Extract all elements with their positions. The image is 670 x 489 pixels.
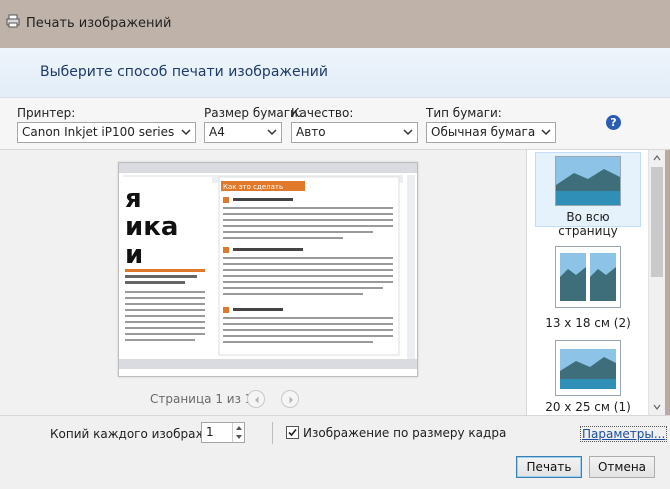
doc-heading-3: и	[125, 240, 143, 270]
stepper-up-icon[interactable]	[235, 425, 243, 431]
title-bar: Печать изображений	[0, 0, 670, 48]
options-link[interactable]: Параметры...	[580, 426, 668, 442]
instruction-header: Выберите способ печати изображений	[0, 48, 670, 98]
landscape-thumbnail-icon	[560, 349, 616, 389]
stepper-buttons[interactable]	[232, 423, 244, 442]
page-navigation: Страница 1 из 1	[0, 390, 526, 410]
quality-label: Качество:	[291, 106, 354, 120]
chevron-right-icon	[289, 396, 293, 404]
fit-to-frame-checkbox[interactable]	[286, 426, 299, 439]
layout-thumbnail	[555, 340, 621, 396]
fit-to-frame-label[interactable]: Изображение по размеру кадра	[303, 426, 506, 440]
next-page-button[interactable]	[281, 390, 299, 408]
printer-value: Canon Inkjet iP100 series	[22, 125, 175, 139]
printer-select[interactable]: Canon Inkjet iP100 series	[17, 122, 196, 143]
window-title: Печать изображений	[26, 16, 172, 31]
paper-size-label: Размер бумаги:	[204, 106, 302, 120]
printer-icon	[6, 14, 20, 28]
chevron-down-icon	[403, 129, 413, 136]
instruction-text: Выберите способ печати изображений	[40, 64, 328, 80]
doc-section-title: Как это сделать	[223, 183, 283, 191]
paper-type-value: Обычная бумага	[431, 125, 536, 139]
layout-item-13x18[interactable]: 13 x 18 см (2)	[535, 246, 641, 330]
layout-thumbnail	[555, 156, 621, 206]
prev-page-button[interactable]	[247, 390, 265, 408]
paper-size-select[interactable]: A4	[204, 122, 282, 143]
layout-item-full-page[interactable]: Во всю страницу	[535, 152, 641, 238]
chevron-down-icon	[267, 129, 277, 136]
paper-type-label: Тип бумаги:	[426, 106, 502, 120]
layout-label: 13 x 18 см (2)	[545, 316, 631, 330]
landscape-thumbnail-icon	[556, 157, 620, 205]
document-preview-image: я ика и Как это сделать	[119, 163, 417, 369]
cancel-button[interactable]: Отмена	[589, 456, 655, 478]
paper-size-value: A4	[209, 125, 225, 139]
quality-value: Авто	[296, 125, 326, 139]
preview-page: я ика и Как это сделать	[118, 162, 418, 377]
paper-type-select[interactable]: Обычная бумага	[426, 122, 556, 143]
copies-stepper[interactable]: 1	[201, 422, 245, 443]
portrait-pair-thumbnail-icon	[560, 253, 616, 301]
divider	[272, 422, 273, 444]
layout-thumbnail	[555, 246, 621, 308]
scrollbar-thumb[interactable]	[651, 167, 663, 277]
print-button[interactable]: Печать	[516, 456, 582, 478]
stepper-down-icon[interactable]	[235, 434, 243, 440]
layout-item-20x25[interactable]: 20 x 25 см (1)	[535, 340, 641, 415]
chevron-left-icon	[255, 396, 259, 404]
layout-label: Во всю страницу	[558, 210, 618, 238]
layout-scrollbar[interactable]	[648, 150, 665, 415]
scroll-down-icon[interactable]	[653, 403, 661, 411]
scroll-up-icon[interactable]	[653, 154, 661, 162]
print-settings-bar: Принтер: Canon Inkjet iP100 series Разме…	[0, 98, 670, 150]
quality-select[interactable]: Авто	[291, 122, 418, 143]
doc-heading-1: я	[125, 184, 142, 214]
page-indicator: Страница 1 из 1	[150, 392, 253, 406]
layout-list: Во всю страницу 13 x 18 см (2) 20 x 25 с…	[526, 150, 648, 415]
layout-label: 20 x 25 см (1)	[545, 400, 631, 414]
bottom-bar: Копий каждого изображения: 1 Изображение…	[0, 415, 670, 489]
doc-heading-2: ика	[125, 212, 178, 242]
chevron-down-icon	[181, 129, 191, 136]
printer-label: Принтер:	[17, 106, 76, 120]
checkmark-icon	[288, 428, 297, 437]
preview-area: я ика и Как это сделать Страница 1 из 1	[0, 150, 526, 415]
chevron-down-icon	[541, 129, 551, 136]
copies-value: 1	[206, 425, 214, 439]
help-icon[interactable]: ?	[606, 115, 621, 130]
